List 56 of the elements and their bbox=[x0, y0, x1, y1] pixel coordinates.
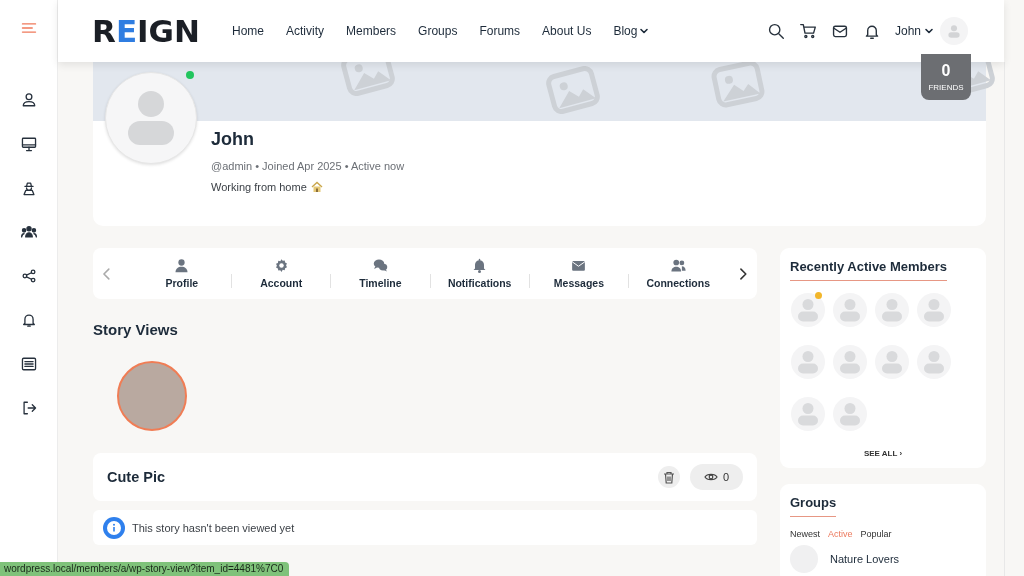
nav-link[interactable]: Home bbox=[232, 24, 265, 38]
group-name[interactable]: Nature Lovers bbox=[830, 553, 900, 565]
avatar-icon[interactable] bbox=[940, 17, 968, 45]
views-count-button[interactable]: 0 bbox=[689, 464, 743, 490]
member-avatar[interactable] bbox=[791, 293, 825, 327]
search-icon[interactable] bbox=[766, 22, 785, 40]
nav-link[interactable]: Forums bbox=[479, 24, 521, 38]
nav-link[interactable]: Groups bbox=[418, 24, 458, 38]
notice-text: This story hasn't been viewed yet bbox=[132, 521, 295, 534]
profile-tab[interactable]: Account bbox=[244, 258, 319, 289]
bell-icon bbox=[472, 258, 488, 273]
chat-bubbles-icon bbox=[372, 258, 388, 273]
house-icon bbox=[310, 181, 323, 193]
profile-tab[interactable]: Notifications bbox=[442, 258, 517, 289]
trash-icon bbox=[662, 470, 675, 484]
nav-link[interactable]: Blog bbox=[613, 24, 650, 38]
image-icon bbox=[543, 66, 603, 114]
gear-icon bbox=[273, 258, 289, 273]
story-title: Cute Pic bbox=[107, 469, 165, 485]
member-avatar[interactable] bbox=[917, 345, 951, 379]
profile-name: John bbox=[211, 129, 255, 150]
delete-button[interactable] bbox=[657, 466, 680, 488]
user-menu[interactable]: John bbox=[894, 24, 934, 38]
member-avatar[interactable] bbox=[791, 397, 825, 431]
profile-tab[interactable]: Connections bbox=[641, 258, 716, 289]
nav-link[interactable]: About Us bbox=[542, 24, 592, 38]
profile-tab[interactable]: Profile bbox=[144, 258, 219, 289]
friends-count-badge[interactable]: 0 FRIENDS bbox=[921, 54, 971, 100]
eye-icon bbox=[703, 472, 718, 482]
site-logo[interactable]: REIGN bbox=[92, 13, 200, 49]
see-all-link[interactable]: SEE ALL › bbox=[863, 449, 903, 458]
link-status-bar: wordpress.local/members/a/wp-story-view?item_id=4481%7C0 bbox=[0, 562, 290, 576]
profile-tab[interactable]: Timeline bbox=[343, 258, 418, 289]
widget-title: Recently Active Members bbox=[790, 259, 948, 281]
member-avatar[interactable] bbox=[917, 293, 951, 327]
member-avatar[interactable] bbox=[833, 293, 867, 327]
profile-meta: @admin • Joined Apr 2025 • Active now bbox=[211, 160, 405, 172]
nav-link[interactable]: Activity bbox=[286, 24, 325, 38]
member-avatar[interactable] bbox=[875, 345, 909, 379]
filter-tab[interactable]: Popular bbox=[860, 529, 892, 539]
member-avatar[interactable] bbox=[791, 345, 825, 379]
nav-link[interactable]: Members bbox=[346, 24, 397, 38]
widget-title: Groups bbox=[790, 495, 837, 517]
profile-status: Working from home bbox=[211, 181, 307, 193]
member-avatar[interactable] bbox=[875, 293, 909, 327]
envelope-icon bbox=[571, 258, 587, 273]
section-heading: Story Views bbox=[93, 321, 179, 338]
person-icon bbox=[174, 258, 190, 273]
profile-tab[interactable]: Messages bbox=[541, 258, 617, 289]
info-icon bbox=[103, 516, 125, 539]
filter-tab[interactable]: Newest bbox=[790, 529, 820, 539]
member-avatar[interactable] bbox=[833, 397, 867, 431]
member-avatar[interactable] bbox=[833, 345, 867, 379]
people-icon bbox=[670, 258, 686, 273]
chevron-down-icon bbox=[924, 26, 934, 36]
cart-icon[interactable] bbox=[798, 22, 817, 40]
